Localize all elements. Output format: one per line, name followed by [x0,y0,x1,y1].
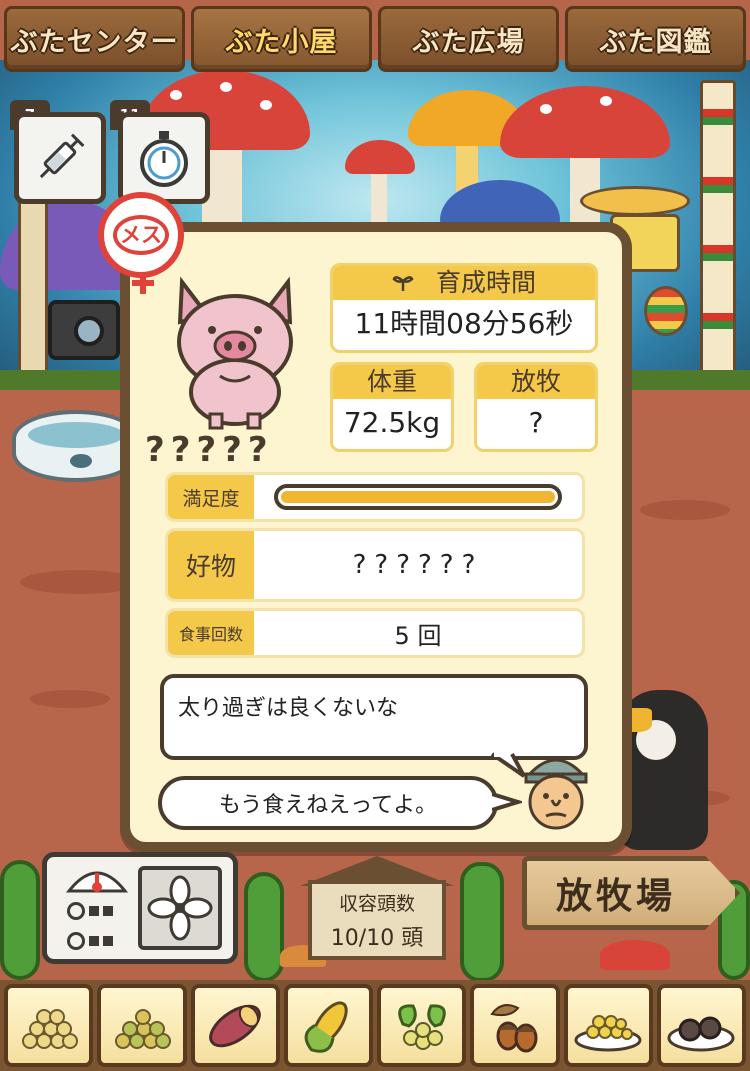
weight-value: 72.5kg [343,406,441,439]
grazing-box: 放牧 ? [474,362,598,452]
meal-count-label: 食事回数 [168,611,254,655]
tab-buta-barn[interactable]: ぶた小屋 [191,6,372,72]
growth-time-label: 育成時間 [435,268,536,297]
corn-icon [305,1000,349,1053]
growth-time-value: 11時間08分56秒 [354,307,574,340]
thermometer-icon [65,871,129,893]
food-slot-grain-plate[interactable] [563,984,653,1067]
growth-time-box: 育成時間 11時間08分56秒 [330,263,598,353]
satisfaction-row: 満足度 [165,472,585,522]
tab-label: ぶた図鑑 [599,26,712,58]
syringe-icon [39,133,85,179]
food-slot-acorn[interactable] [470,984,560,1067]
pig-name: ????? [145,430,274,470]
cactus-decoration [244,872,284,982]
pig-speech-bubble: 太り過ぎは良くないな [160,674,588,760]
female-symbol-icon [132,272,154,294]
tab-label: ぶたセンター [10,26,179,58]
food-slot-mixed-grain[interactable] [97,984,187,1067]
tab-buta-center[interactable]: ぶたセンター [4,6,185,72]
top-navigation: ぶたセンター ぶた小屋 ぶた広場 ぶた図鑑 [0,0,750,80]
wooden-post [18,200,48,380]
tab-label: ぶた小屋 [225,26,338,58]
satisfaction-bar-fill [281,491,555,503]
mixed-grain-icon [114,1008,171,1049]
toggle-switch[interactable] [67,899,117,923]
satisfaction-bar [274,484,562,510]
pasture-button[interactable]: 放牧場 [522,856,740,930]
pig-portrait [177,276,293,430]
grain-plate-icon [574,1014,642,1051]
meal-count-row: 食事回数 5 回 [165,608,585,658]
decorated-post [700,80,736,380]
farmer-message: もう食えねえってよ。 [218,793,438,818]
pinata-decoration [644,286,688,336]
food-slot-grain[interactable] [4,984,94,1067]
sprout-icon [392,268,414,291]
camera-decoration [48,300,120,360]
favorite-label: 好物 [168,531,254,599]
pig-message: 太り過ぎは良くないな [178,696,399,721]
stopwatch-icon [140,131,188,187]
food-selection-bar [0,980,750,1071]
grazing-label: 放牧 [477,365,595,399]
capacity-sign: 収容頭数 10/10 頭 [308,880,446,960]
satisfaction-label: 満足度 [168,475,254,519]
mushroom-decoration [600,940,670,970]
capacity-value: 10/10 頭 [330,925,424,951]
cactus-decoration [0,860,40,980]
acorn-icon [490,1003,538,1052]
food-slot-meatballs[interactable] [656,984,746,1067]
syringe-item-button[interactable] [14,112,106,204]
tab-buta-encyclopedia[interactable]: ぶた図鑑 [565,6,746,72]
food-slot-vegetables[interactable] [377,984,467,1067]
grain-pile-icon [21,1008,78,1049]
tab-buta-plaza[interactable]: ぶた広場 [378,6,559,72]
growth-time-header: 育成時間 [333,266,595,300]
farmer-bubble-tail [492,792,522,812]
vegetables-icon [397,1003,446,1050]
toggle-switch[interactable] [67,929,117,953]
grazing-value: ? [528,406,544,439]
sweet-potato-icon [209,1004,261,1047]
female-gender-badge: メス [98,192,184,294]
favorite-value: ?????? [352,550,484,580]
food-slot-sweet-potato[interactable] [190,984,280,1067]
gender-label: メス [113,215,169,255]
tab-label: ぶた広場 [412,26,525,58]
satisfaction-bar-area [254,475,582,519]
fan-button[interactable] [138,866,222,950]
stopwatch-item-button[interactable] [118,112,210,204]
cactus-decoration [460,862,504,982]
favorite-food-row: 好物 ?????? [165,528,585,602]
sombrero-decoration [580,186,690,216]
pasture-label: 放牧場 [555,876,676,917]
weight-label: 体重 [333,365,451,399]
weight-box: 体重 72.5kg [330,362,454,452]
meal-count-value: 5 回 [394,621,442,650]
farmer-avatar [524,758,588,830]
farmer-speech-bubble: もう食えねえってよ。 [158,776,498,830]
capacity-label: 収容頭数 [338,892,415,915]
fan-icon [147,875,213,941]
food-slot-corn[interactable] [283,984,373,1067]
meatball-plate-icon [667,1016,735,1051]
